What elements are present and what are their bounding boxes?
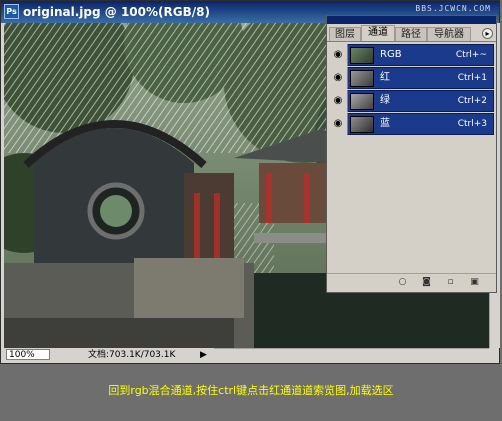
- photoshop-icon: Ps: [4, 4, 19, 19]
- zoom-field[interactable]: 100%: [6, 349, 50, 360]
- tab-layers[interactable]: 图层: [329, 27, 361, 41]
- channel-thumbnail: [350, 116, 374, 133]
- channel-thumbnail: [350, 70, 374, 87]
- panel-tabs: 图层 通道 路径 导航器 ▸: [327, 25, 496, 42]
- tab-paths[interactable]: 路径: [395, 27, 427, 41]
- tab-channels[interactable]: 通道: [361, 25, 395, 41]
- eye-icon[interactable]: ◉: [329, 44, 348, 66]
- panel-title-bar[interactable]: [327, 16, 496, 24]
- horizontal-scrollbar[interactable]: [213, 348, 489, 362]
- channel-row-green[interactable]: ◉ 绿 Ctrl+2: [329, 90, 494, 112]
- save-selection-icon[interactable]: ◙: [421, 277, 432, 288]
- channel-thumbnail: [350, 47, 374, 64]
- tab-navigator[interactable]: 导航器: [427, 27, 471, 41]
- channel-shortcut: Ctrl+3: [457, 119, 487, 129]
- channel-list: ◉ RGB Ctrl+~ ◉ 红 Ctrl+1 ◉ 绿 Ctrl+2 ◉ 蓝 C…: [329, 44, 494, 136]
- channel-name: 红: [380, 72, 390, 83]
- channel-row-rgb[interactable]: ◉ RGB Ctrl+~: [329, 44, 494, 66]
- panel-menu-icon[interactable]: ▸: [482, 28, 493, 39]
- channel-name: RGB: [380, 49, 402, 60]
- panel-footer: ○ ◙ ▫ ▣: [327, 273, 496, 292]
- channels-panel: 图层 通道 路径 导航器 ▸ ◉ RGB Ctrl+~ ◉ 红 Ctrl+1 ◉…: [326, 15, 497, 293]
- watermark: BBS.JCWCN.COM: [415, 4, 491, 13]
- channel-thumbnail: [350, 93, 374, 110]
- channel-name: 蓝: [380, 118, 390, 129]
- load-selection-icon[interactable]: ○: [397, 277, 408, 288]
- delete-channel-icon[interactable]: ▣: [469, 277, 480, 288]
- status-bar: 100% 文档:703.1K/703.1K ▶: [4, 348, 214, 362]
- channel-shortcut: Ctrl+1: [457, 73, 487, 83]
- channel-shortcut: Ctrl+~: [455, 50, 487, 60]
- tutorial-caption: 回到rgb混合通道,按住ctrl键点击红通道道索览图,加载选区: [108, 384, 394, 397]
- channel-shortcut: Ctrl+2: [457, 96, 487, 106]
- new-channel-icon[interactable]: ▫: [445, 277, 456, 288]
- eye-icon[interactable]: ◉: [329, 67, 348, 89]
- document-info: 文档:703.1K/703.1K: [88, 350, 176, 360]
- channel-row-red[interactable]: ◉ 红 Ctrl+1: [329, 67, 494, 89]
- eye-icon[interactable]: ◉: [329, 90, 348, 112]
- status-menu-arrow-icon[interactable]: ▶: [200, 349, 207, 361]
- channel-row-blue[interactable]: ◉ 蓝 Ctrl+3: [329, 113, 494, 135]
- channel-name: 绿: [380, 95, 390, 106]
- window-title: original.jpg @ 100%(RGB/8): [23, 5, 210, 19]
- eye-icon[interactable]: ◉: [329, 113, 348, 135]
